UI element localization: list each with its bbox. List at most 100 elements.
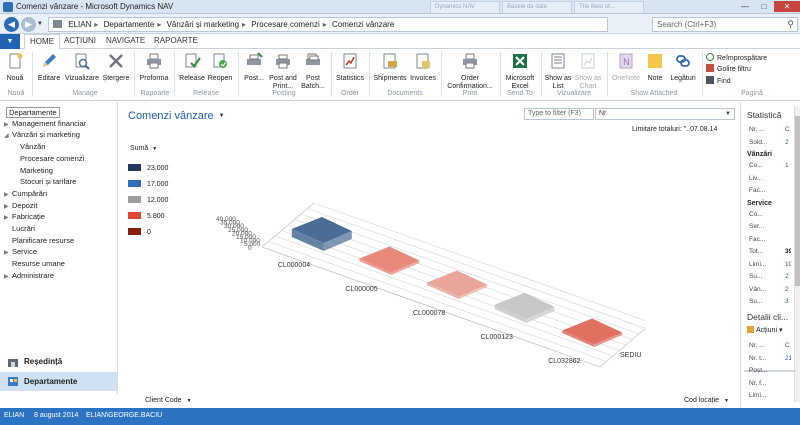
nav-item[interactable]: ▶ Fabricație (4, 212, 45, 221)
breadcrumb-item[interactable]: Vânzări și marketing (167, 20, 239, 29)
clear-filter-button[interactable]: Golire filtru (706, 64, 751, 73)
post-batch-button[interactable]: Post Batch... (300, 52, 326, 91)
collapsed-arrow-icon[interactable]: ▶ (4, 203, 12, 210)
post-and-print-button[interactable]: Post and Print... (267, 52, 299, 91)
chart-bar[interactable] (291, 216, 352, 251)
ghost-tab[interactable]: The Best of… (574, 1, 644, 13)
factbox-field-value[interactable]: C (785, 126, 790, 133)
proforma-button[interactable]: Proforma (138, 52, 170, 83)
chart-bar[interactable] (562, 318, 623, 348)
close-button[interactable]: ✕ (774, 1, 800, 12)
statistics-button[interactable]: Statistics (334, 52, 366, 83)
app-menu-button[interactable]: ▼ (0, 34, 20, 49)
breadcrumb-item[interactable]: ELIAN (68, 20, 91, 29)
shipments-button[interactable]: Shipments (372, 52, 408, 83)
collapsed-arrow-icon[interactable]: ▶ (4, 191, 12, 198)
collapsed-arrow-icon[interactable]: ▶ (4, 121, 12, 128)
links-button[interactable]: Legături (668, 52, 698, 83)
excel-button[interactable]: Microsoft Excel (503, 52, 537, 91)
ghost-tab[interactable]: Dynamics NAV (430, 1, 500, 13)
breadcrumb-item[interactable]: Comenzi vânzare (332, 20, 394, 29)
factbox-field-value[interactable]: 3 (785, 298, 789, 305)
breadcrumb-item[interactable]: Procesare comenzi (251, 20, 319, 29)
nav-button-home[interactable]: Reședință (0, 352, 117, 371)
actions-button[interactable]: Acțiuni ▾ (747, 326, 782, 334)
refresh-button[interactable]: Reîmprospătare (706, 53, 767, 62)
filter-input[interactable]: Type to filter (F3) (524, 108, 594, 120)
tab-navigate[interactable]: NAVIGATE (106, 36, 145, 45)
maximize-button[interactable]: □ (755, 1, 773, 12)
nav-item[interactable]: Stocuri și tarifare (20, 177, 76, 186)
chart-bar[interactable] (494, 292, 555, 323)
nav-item[interactable]: Planificare resurse (4, 236, 74, 245)
post-print-icon (276, 54, 290, 69)
refresh-icon (706, 53, 714, 61)
find-button[interactable]: Find (706, 76, 731, 85)
nav-item[interactable]: ▶ Cumpărări (4, 189, 47, 198)
x-axis-field-select[interactable]: Client Code ▼ (145, 397, 192, 404)
new-button[interactable]: Nouă (5, 52, 25, 83)
search-icon[interactable]: ⚲ (787, 19, 794, 30)
factbox-field-value[interactable]: C (785, 342, 790, 349)
nav-item[interactable]: Marketing (20, 166, 53, 175)
show-as-list-button[interactable]: Show as List (544, 52, 572, 91)
factbox-field-value[interactable]: 39 (785, 248, 791, 255)
factbox-field-value[interactable]: 2 (785, 139, 789, 146)
chart-bar[interactable] (359, 246, 420, 276)
chart-bar[interactable] (427, 270, 487, 300)
minimize-button[interactable]: — (736, 1, 754, 12)
collapsed-arrow-icon[interactable]: ▶ (4, 273, 12, 280)
back-button[interactable]: ◀ (4, 17, 19, 32)
series-field-select[interactable]: Cod locație ▼ (684, 397, 729, 404)
factbox-field-value[interactable]: 10 (785, 261, 791, 268)
scrollbar-thumb[interactable] (795, 116, 800, 286)
ghost-tab[interactable]: Bazele de date (502, 1, 572, 13)
factbox-field-value[interactable]: 21 (785, 355, 791, 362)
nav-item[interactable]: Lucrări (4, 224, 35, 233)
statistics-factbox-title[interactable]: Statistică (747, 110, 782, 120)
show-as-chart-button[interactable]: Show as Chart (573, 52, 603, 91)
view-button[interactable]: Vizualizare (63, 52, 101, 83)
nav-item[interactable]: ▶ Service (4, 247, 37, 256)
release-button[interactable]: Release (178, 52, 206, 83)
filter-field-select[interactable]: Nr. ▼ (595, 108, 735, 120)
nav-item[interactable]: ▶ Management financiar (4, 119, 86, 128)
group-label-documents: Documents (387, 90, 423, 97)
delete-button[interactable]: Ștergere (102, 52, 130, 83)
post-button[interactable]: Post... (242, 52, 266, 83)
nav-item[interactable]: Departamente (6, 107, 60, 118)
order-confirmation-button[interactable]: Order Confirmation... (443, 52, 497, 91)
tab-home[interactable]: HOME (24, 34, 60, 50)
onenote-button[interactable]: N OneNote (610, 52, 642, 83)
breadcrumb-item[interactable]: Departamente (104, 20, 155, 29)
factbox-scrollbar[interactable] (794, 106, 800, 402)
factbox-field-value[interactable]: 2 (785, 273, 789, 280)
reopen-button[interactable]: Reopen (206, 52, 234, 83)
post-and-print-label: Post and Print... (269, 75, 297, 90)
nav-item[interactable]: Vânzări (20, 142, 45, 151)
history-dropdown-icon[interactable]: ▼ (37, 21, 43, 27)
nav-item[interactable]: ▶ Administrare (4, 271, 54, 280)
chevron-down-icon[interactable]: ▼ (219, 113, 225, 119)
nav-item[interactable]: ◢ Vânzări și marketing (4, 130, 80, 139)
breadcrumb[interactable]: ELIAN ▸ Departamente ▸ Vânzări și marketin… (48, 17, 608, 32)
page-title[interactable]: Comenzi vânzare ▼ (128, 110, 225, 122)
legend-title[interactable]: Sumă ▼ (130, 145, 157, 152)
collapsed-arrow-icon[interactable]: ▶ (4, 214, 12, 221)
tab-actiuni[interactable]: ACȚIUNI (64, 36, 96, 45)
collapsed-arrow-icon[interactable]: ▶ (4, 249, 12, 256)
forward-button[interactable]: ▶ (21, 17, 36, 32)
search-input[interactable]: Search (Ctrl+F3) ⚲ (652, 17, 798, 32)
nav-item[interactable]: Resurse umane (4, 259, 65, 268)
edit-button[interactable]: Editare (37, 52, 61, 83)
factbox-field-value[interactable]: 2 (785, 286, 789, 293)
invoices-button[interactable]: Invoices (409, 52, 437, 83)
customer-details-factbox-title[interactable]: Detalii cli... (747, 312, 788, 322)
note-button[interactable]: Note (644, 52, 666, 83)
factbox-field-value[interactable]: 1 (785, 162, 789, 169)
tab-rapoarte[interactable]: RAPOARTE (154, 36, 198, 45)
expanded-arrow-icon[interactable]: ◢ (4, 132, 12, 139)
nav-item[interactable]: Procesare comenzi (20, 154, 84, 163)
nav-button-departments[interactable]: Departamente (0, 372, 117, 391)
nav-item[interactable]: ▶ Depozit (4, 201, 37, 210)
